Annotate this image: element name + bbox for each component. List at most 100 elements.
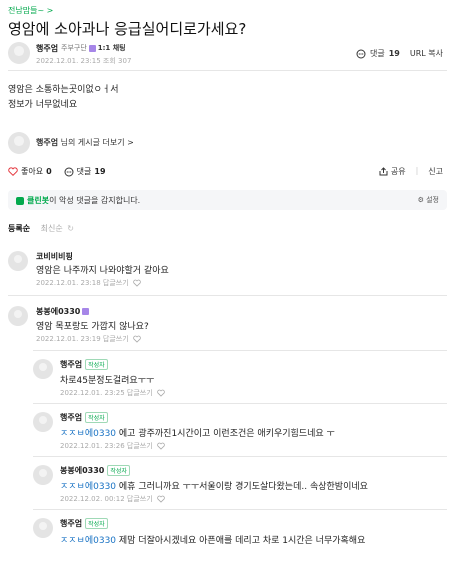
report-button[interactable]: 신고 (428, 166, 443, 177)
author-name[interactable]: 행주엄 (36, 43, 58, 54)
commenter-name[interactable]: 코비비비핑 (36, 251, 73, 262)
comment-heart-icon[interactable] (156, 389, 165, 397)
chat-button[interactable]: 1:1 채팅 (98, 44, 126, 52)
cleanbot-message: 이 악성 댓글을 감지합니다. (49, 196, 141, 205)
comment-text: 차로45분정도걸려요ㅜㅜ (60, 376, 155, 386)
post-date: 2022.12.01. 23:15 조회 307 (36, 57, 132, 65)
refresh-icon[interactable]: ↻ (67, 224, 74, 233)
post-body-line: 영암은 소통하는곳이없ㅇㅓ서 (8, 85, 119, 95)
divider (33, 456, 447, 457)
setting-label: 설정 (426, 196, 439, 204)
comment-heart-icon[interactable] (132, 279, 141, 287)
comment-date: 2022.12.01. 23:26 답글쓰기 (60, 442, 153, 450)
author-more-link[interactable]: 행주엄 님의 게시글 더보기 > (36, 137, 134, 148)
commenter-name-text: 봉봉에0330 (36, 307, 81, 316)
comment-date: 2022.12.02. 00:12 답글쓰기 (60, 495, 153, 503)
commenter-avatar[interactable] (33, 465, 53, 485)
divider (33, 403, 447, 404)
page-title: 영암에 소아과나 응급실어디로가세요? (8, 20, 247, 38)
comment-meta: 2022.12.02. 00:12 답글쓰기 (60, 494, 165, 504)
author-more-name: 행주엄 (36, 138, 59, 147)
post-header-tools: 댓글 19 URL 복사 (356, 48, 443, 59)
commenter-avatar[interactable] (8, 306, 28, 326)
author-badge: 작성자 (85, 518, 108, 529)
mention-link[interactable]: ㅈㅈㅂ에0330 (60, 429, 116, 439)
commenter-name[interactable]: 행주엄 작성자 (60, 412, 108, 423)
cleanbot-text: 클린봇이 악성 댓글을 감지합니다. (16, 195, 140, 206)
comment-text: 영암은 나주까지 나와야할거 같아요 (36, 266, 169, 276)
comment-heart-icon[interactable] (132, 335, 141, 343)
level-icon (88, 44, 96, 52)
comment-body: 에고 광주까진1시간이고 이런조건은 애키우기힘드네요 ㅜ (118, 429, 335, 439)
share-label: 공유 (390, 167, 406, 176)
like-button[interactable]: 좋아요 0 (8, 166, 52, 177)
like-label: 좋아요 (21, 167, 44, 176)
author-profile-avatar[interactable] (8, 132, 30, 154)
divider (33, 509, 447, 510)
mention-link[interactable]: ㅈㅈㅂ에0330 (60, 482, 116, 492)
commenter-name-text: 행주엄 (60, 360, 83, 369)
comment-count: 19 (94, 167, 106, 176)
cleanbot-icon (16, 196, 24, 205)
comment-icon[interactable] (356, 49, 366, 59)
commenter-avatar[interactable] (8, 251, 28, 271)
post-actions: 좋아요 0 댓글 19 (8, 166, 106, 177)
sort-latest[interactable]: 최신순 (41, 224, 63, 233)
separator: | (415, 166, 419, 175)
comment-text: ㅈㅈㅂ에0330 에휴 그러니까요 ㅜㅜ서울이랑 경기도살다왔는데.. 속상한밤… (60, 479, 368, 492)
divider (8, 295, 447, 296)
author-grade: 주부구단 1:1 채팅 (61, 43, 126, 53)
url-copy-button[interactable]: URL 복사 (410, 48, 443, 59)
comment-date: 2022.12.01. 23:19 답글쓰기 (36, 335, 129, 343)
level-icon (82, 308, 90, 315)
comment-toggle-button[interactable]: 댓글 19 (64, 166, 106, 177)
commenter-name[interactable]: 봉봉에0330 작성자 (60, 465, 130, 476)
comment-heart-icon[interactable] (156, 495, 165, 503)
comment-text: 영암 목포랑도 가깝지 않나요? (36, 322, 149, 332)
comment-text: ㅈㅈㅂ에0330 에고 광주까진1시간이고 이런조건은 애키우기힘드네요 ㅜ (60, 426, 335, 439)
board-link[interactable]: 전남맘들~ > (8, 5, 53, 16)
like-count: 0 (46, 167, 52, 176)
comment-icon (64, 167, 74, 177)
comment-count: 19 (388, 49, 400, 58)
comment-meta: 2022.12.01. 23:26 답글쓰기 (60, 441, 165, 451)
comment-meta: 2022.12.01. 23:18 답글쓰기 (36, 278, 141, 288)
commenter-name-text: 행주엄 (60, 413, 83, 422)
commenter-name[interactable]: 봉봉에0330 (36, 306, 91, 317)
comment-heart-icon[interactable] (156, 442, 165, 450)
comment-meta: 2022.12.01. 23:19 답글쓰기 (36, 334, 141, 344)
comment-body: 에휴 그러니까요 ㅜㅜ서울이랑 경기도살다왔는데.. 속상한밤이네요 (118, 482, 368, 492)
author-avatar[interactable] (8, 42, 30, 64)
commenter-name[interactable]: 행주엄 작성자 (60, 518, 108, 529)
post-tools: 공유 | 신고 (379, 166, 443, 177)
comment-label[interactable]: 댓글 (370, 48, 385, 59)
share-icon (379, 167, 388, 176)
commenter-name-text: 행주엄 (60, 519, 83, 528)
author-badge: 작성자 (85, 412, 108, 423)
share-button[interactable]: 공유 (379, 166, 406, 177)
mention-link[interactable]: ㅈㅈㅂ에0330 (60, 536, 116, 546)
commenter-avatar[interactable] (33, 518, 53, 538)
divider (33, 350, 447, 351)
author-more-label: 님의 게시글 더보기 > (60, 138, 134, 147)
heart-icon (8, 167, 18, 176)
comment-date: 2022.12.01. 23:25 답글쓰기 (60, 389, 153, 397)
cleanbot-setting-button[interactable]: ⚙ 설정 (418, 195, 439, 205)
comment-meta: 2022.12.01. 23:25 답글쓰기 (60, 388, 165, 398)
commenter-name-text: 봉봉에0330 (60, 466, 105, 475)
commenter-avatar[interactable] (33, 359, 53, 379)
comment-label: 댓글 (76, 167, 92, 176)
comment-date: 2022.12.01. 23:18 답글쓰기 (36, 279, 129, 287)
author-badge: 작성자 (85, 359, 108, 370)
post-body-line: 정보가 너무없네요 (8, 100, 78, 110)
comment-body: 제맘 더잘아시겠네요 아픈애를 데리고 차로 1시간은 너무가혹해요 (118, 536, 366, 546)
comment-sort: 등록순 최신순 ↻ (8, 223, 74, 234)
comment-text: ㅈㅈㅂ에0330 제맘 더잘아시겠네요 아픈애를 데리고 차로 1시간은 너무가… (60, 533, 365, 546)
commenter-name[interactable]: 행주엄 작성자 (60, 359, 108, 370)
grade-label: 주부구단 (61, 44, 87, 52)
gear-icon: ⚙ (417, 196, 424, 204)
divider (8, 70, 447, 71)
author-badge: 작성자 (107, 465, 130, 476)
sort-registered[interactable]: 등록순 (8, 224, 30, 233)
commenter-avatar[interactable] (33, 412, 53, 432)
